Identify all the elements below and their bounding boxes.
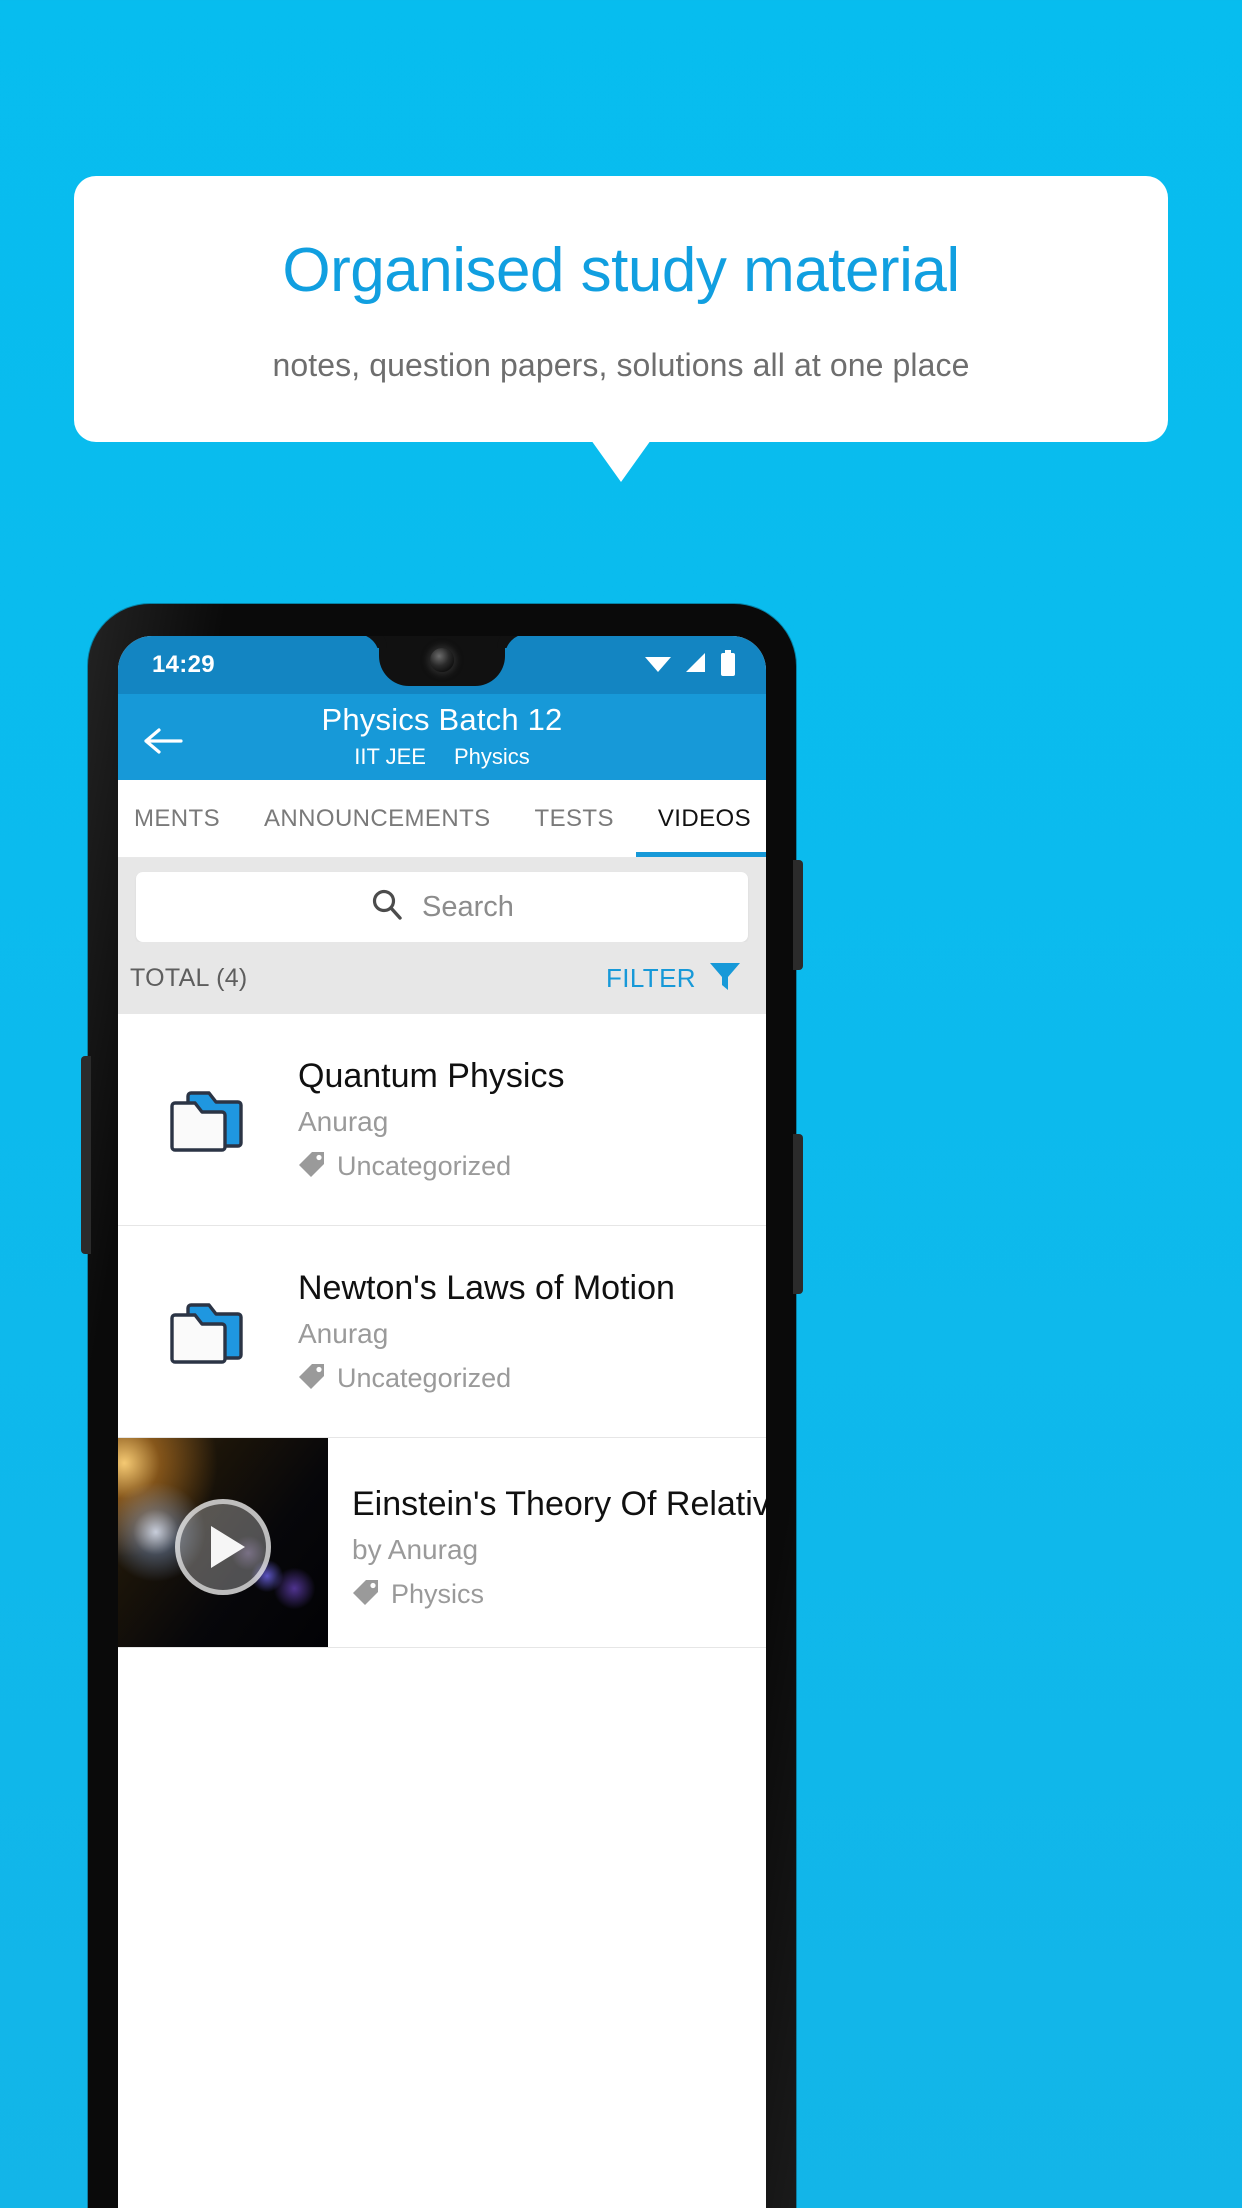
list-item-tag: Physics — [352, 1578, 766, 1611]
tab-bar: MENTS ANNOUNCEMENTS TESTS VIDEOS — [118, 780, 766, 858]
breadcrumb: IIT JEE Physics — [118, 744, 766, 770]
list-item-author: by Anurag — [352, 1533, 479, 1565]
app-bar: Physics Batch 12 IIT JEE Physics — [118, 694, 766, 780]
filter-button[interactable]: FILTER — [606, 959, 742, 998]
camera-notch — [379, 636, 505, 686]
cellular-signal-icon — [684, 652, 708, 679]
page-title: Physics Batch 12 — [321, 702, 563, 737]
promo-title: Organised study material — [282, 236, 960, 305]
tag-icon — [298, 1150, 326, 1183]
app-bar-titles: Physics Batch 12 IIT JEE Physics — [118, 702, 766, 770]
phone-power-button[interactable] — [793, 1134, 803, 1294]
promo-callout: Organised study material notes, question… — [74, 176, 1168, 483]
promo-subtitle: notes, question papers, solutions all at… — [272, 347, 970, 384]
list-item-title: Einstein's Theory Of Relativity — [352, 1485, 766, 1523]
breadcrumb-exam: IIT JEE — [354, 744, 426, 769]
filter-label: FILTER — [605, 962, 696, 993]
phone-mockup: 14:29 Physics Batch 12 IIT JEE Physics M… — [81, 604, 803, 2208]
battery-full-icon — [720, 649, 736, 681]
play-icon[interactable] — [175, 1498, 271, 1595]
wifi-icon — [644, 652, 672, 679]
back-arrow-icon[interactable] — [134, 712, 192, 770]
list-item[interactable]: Newton's Laws of Motion Anurag Uncategor… — [118, 1226, 766, 1438]
search-placeholder: Search — [422, 890, 514, 923]
results-toolbar: TOTAL (4) FILTER — [118, 942, 766, 1014]
status-icons — [644, 649, 736, 681]
list-item-tag-text: Uncategorized — [337, 1362, 512, 1393]
search-section: Search — [118, 858, 766, 942]
filter-funnel-icon — [708, 959, 742, 998]
tab-announcements[interactable]: ANNOUNCEMENTS — [242, 780, 513, 857]
tab-assignments[interactable]: MENTS — [118, 780, 242, 857]
list-item-tag-text: Uncategorized — [337, 1150, 512, 1181]
list-item[interactable]: Quantum Physics Anurag Uncategorized — [118, 1014, 766, 1226]
list-item-tag-text: Physics — [391, 1578, 485, 1609]
video-list: Quantum Physics Anurag Uncategorized New… — [118, 1014, 766, 1648]
list-item-title: Newton's Laws of Motion — [298, 1269, 675, 1308]
list-item-body: Einstein's Theory Of Relativity by Anura… — [328, 1438, 766, 1647]
play-triangle — [210, 1525, 245, 1568]
callout-tail — [591, 440, 651, 483]
list-item-tag: Uncategorized — [298, 1150, 748, 1183]
front-camera-icon — [430, 648, 454, 672]
folder-icon — [118, 1295, 298, 1369]
tag-icon — [352, 1578, 380, 1611]
list-item-title: Quantum Physics — [298, 1057, 565, 1096]
list-item[interactable]: Einstein's Theory Of Relativity by Anura… — [118, 1438, 766, 1648]
tab-videos[interactable]: VIDEOS — [635, 780, 766, 857]
promo-card: Organised study material notes, question… — [74, 176, 1168, 483]
search-input[interactable]: Search — [136, 872, 748, 942]
status-time: 14:29 — [152, 651, 215, 678]
search-icon — [370, 888, 404, 927]
list-item-tag: Uncategorized — [298, 1362, 748, 1395]
phone-screen: 14:29 Physics Batch 12 IIT JEE Physics M… — [118, 636, 766, 2208]
tab-tests[interactable]: TESTS — [513, 780, 636, 857]
list-item-body: Newton's Laws of Motion Anurag Uncategor… — [298, 1268, 766, 1395]
folder-icon — [118, 1083, 298, 1157]
list-item-body: Quantum Physics Anurag Uncategorized — [298, 1056, 766, 1183]
breadcrumb-subject: Physics — [453, 744, 530, 769]
phone-left-button[interactable] — [81, 1056, 91, 1254]
video-thumbnail[interactable] — [118, 1438, 328, 1647]
tag-icon — [298, 1362, 326, 1395]
phone-volume-button[interactable] — [793, 860, 803, 970]
list-item-author: Anurag — [298, 1317, 389, 1349]
status-bar: 14:29 — [118, 636, 766, 694]
list-item-author: Anurag — [298, 1105, 389, 1137]
total-count-label: TOTAL (4) — [130, 963, 248, 992]
